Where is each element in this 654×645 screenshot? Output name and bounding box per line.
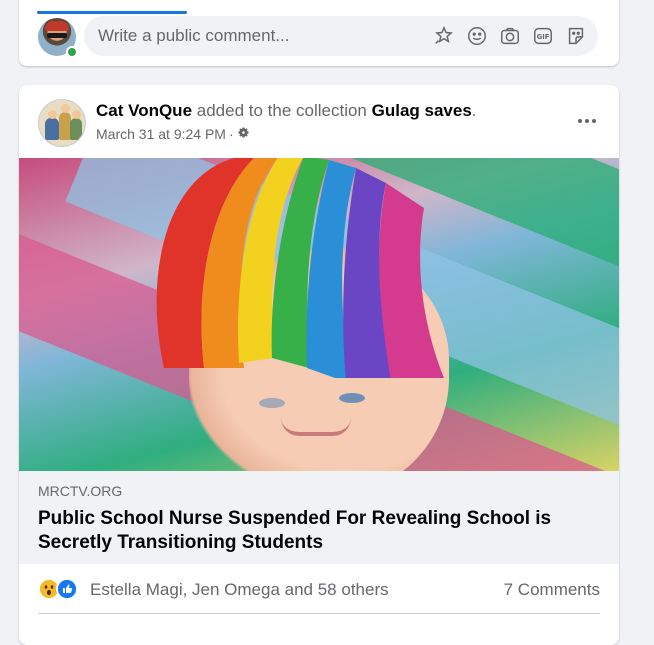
meta-separator: · xyxy=(228,126,234,142)
online-status-dot xyxy=(66,46,78,58)
svg-text:GIF: GIF xyxy=(537,33,550,41)
author-avatar[interactable] xyxy=(38,99,86,147)
camera-icon[interactable] xyxy=(498,25,522,47)
like-reaction-icon[interactable] xyxy=(56,578,78,600)
reactions-row: Estella Magi, Jen Omega and 58 others 7 … xyxy=(38,564,600,614)
author-name-link[interactable]: Cat VonQue xyxy=(96,101,192,120)
comments-count-link[interactable]: 7 Comments xyxy=(504,580,600,600)
emoji-icon[interactable] xyxy=(465,25,489,47)
gear-icon[interactable] xyxy=(237,126,250,142)
comment-composer-card: Write a public comment... GIF xyxy=(19,0,619,66)
comment-input[interactable]: Write a public comment... GIF xyxy=(84,16,598,56)
more-options-button[interactable] xyxy=(573,107,601,135)
post-meta: March 31 at 9:24 PM · xyxy=(96,126,250,142)
link-preview-meta[interactable]: MRCTV.ORG Public School Nurse Suspended … xyxy=(19,471,619,564)
link-preview-image[interactable] xyxy=(19,158,619,471)
gif-icon[interactable]: GIF xyxy=(531,25,555,47)
post-timestamp[interactable]: March 31 at 9:24 PM xyxy=(96,126,226,142)
reactors-summary[interactable]: Estella Magi, Jen Omega and 58 others xyxy=(90,580,389,600)
link-domain: MRCTV.ORG xyxy=(38,483,123,499)
active-tab-indicator xyxy=(37,11,187,14)
more-dot-icon xyxy=(578,119,582,123)
post-header-line: Cat VonQue added to the collection Gulag… xyxy=(96,101,477,121)
post-period: . xyxy=(471,101,477,120)
comment-placeholder: Write a public comment... xyxy=(98,26,290,45)
sticker-icon[interactable] xyxy=(432,25,456,47)
post-action-text: added to the collection xyxy=(192,101,372,120)
comment-tools: GIF xyxy=(432,25,588,47)
rainbow-hair xyxy=(156,158,444,378)
reaction-icons[interactable] xyxy=(38,578,78,600)
link-title[interactable]: Public School Nurse Suspended For Reveal… xyxy=(38,507,598,555)
post-card: Cat VonQue added to the collection Gulag… xyxy=(19,85,619,645)
smile xyxy=(281,418,351,436)
collection-link[interactable]: Gulag saves xyxy=(372,101,472,120)
avatar-sticker-icon[interactable] xyxy=(564,25,588,47)
